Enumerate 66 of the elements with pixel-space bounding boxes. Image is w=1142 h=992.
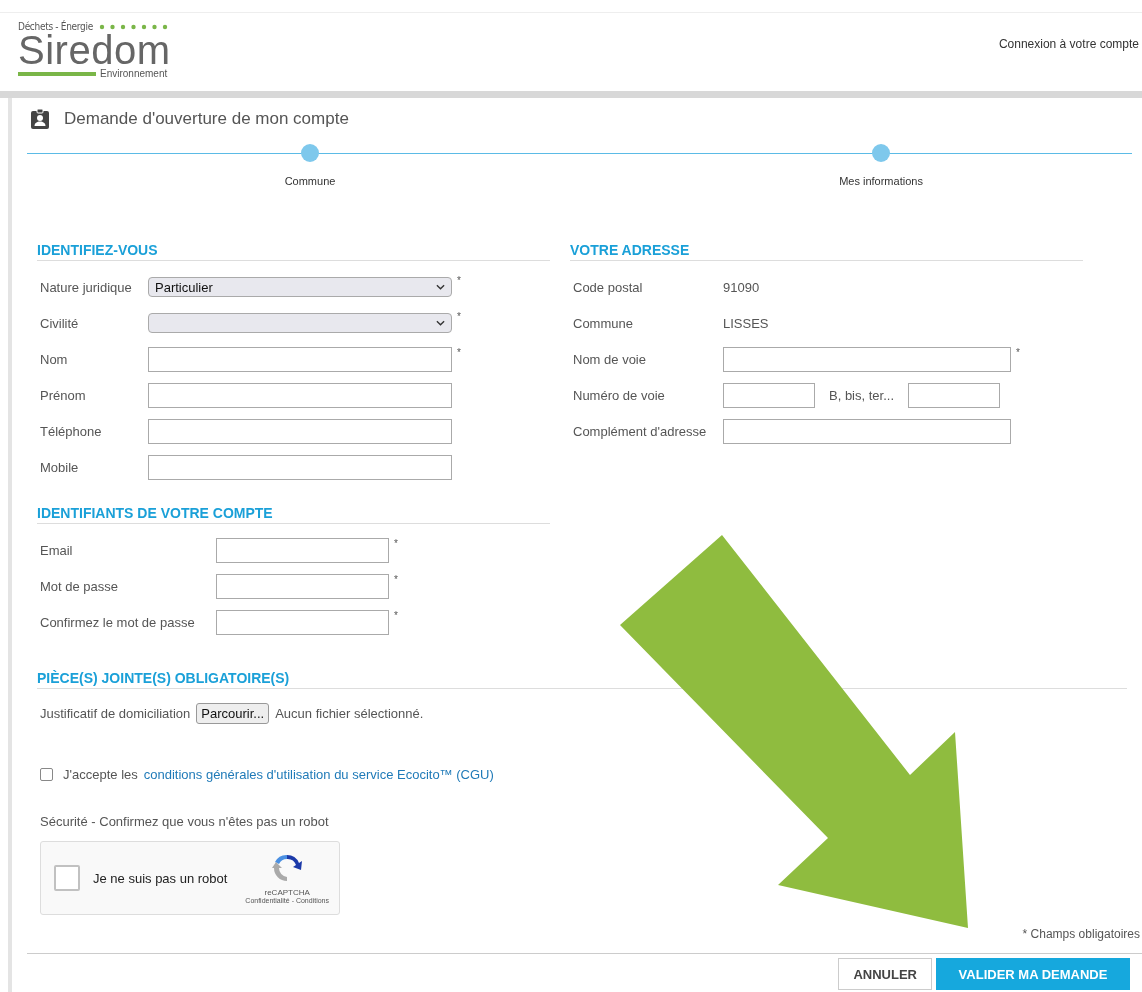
field-label: Prénom [40, 387, 87, 403]
input-field[interactable] [148, 454, 452, 480]
field-label: B, bis, ter... [829, 387, 895, 403]
field-label: Numéro de voie [573, 387, 666, 403]
input-field[interactable] [216, 537, 389, 563]
step-label: Commune [284, 175, 336, 187]
chevron-icon [436, 284, 445, 290]
input-field[interactable] [723, 382, 815, 408]
input-field[interactable] [148, 418, 452, 444]
required-mark: * [457, 347, 461, 358]
required-mark: * [457, 311, 461, 322]
step-dot [301, 144, 319, 162]
security-text: Sécurité - Confirmez que vous n'êtes pas un robot [40, 814, 330, 829]
logo-subtitle: Environnement [100, 68, 168, 79]
field-label: Commune [573, 315, 634, 331]
input-field[interactable] [148, 346, 452, 372]
step-dot [872, 144, 890, 162]
required-mark: * [1016, 347, 1020, 358]
terms-text: J'accepte les [63, 767, 138, 782]
cancel-button[interactable]: ANNULER [838, 958, 932, 990]
chevron-icon [436, 320, 445, 326]
select-field[interactable]: Particulier [148, 277, 452, 297]
input-field[interactable] [908, 382, 1001, 408]
field-label: Justificatif de domiciliation [40, 706, 191, 721]
step-label: Mes informations [839, 175, 923, 187]
logo-name: Siredom [18, 32, 171, 68]
page-title: Demande d'ouverture de mon compte [64, 109, 349, 129]
input-field[interactable] [216, 609, 389, 635]
required-mark: * [394, 610, 398, 621]
browse-button[interactable]: Parcourir... [196, 703, 270, 724]
input-field[interactable] [723, 346, 1011, 372]
id-badge-icon [30, 108, 50, 130]
required-mark: * [457, 275, 461, 286]
captcha-label: Je ne suis pas un robot [93, 870, 229, 886]
field-label: Email [40, 542, 74, 558]
dots-icon [98, 23, 169, 30]
logo-tagline: Déchets - Énergie [18, 21, 93, 32]
input-field[interactable] [723, 418, 1011, 444]
terms-link[interactable]: conditions générales d'utilisation du service Ecocito™ (CGU) [143, 767, 494, 782]
field-label: Mot de passe [40, 578, 120, 594]
file-status: Aucun fichier sélectionné. [275, 706, 424, 721]
field-label: Nature juridique [40, 279, 133, 295]
login-link[interactable]: Connexion à votre compte [998, 37, 1139, 51]
required-mark: * [394, 574, 398, 585]
recaptcha-icon [271, 852, 304, 884]
field-label: Civilité [40, 315, 80, 331]
input-field[interactable] [216, 573, 389, 599]
field-label: Confirmez le mot de passe [40, 614, 196, 630]
captcha-brand: reCAPTCHA [264, 888, 310, 897]
field-label: Code postal [573, 279, 644, 295]
input-field[interactable] [148, 382, 452, 408]
section-heading: VOTRE ADRESSE [570, 242, 1083, 261]
field-label: Complément d'adresse [573, 423, 708, 439]
required-note: * Champs obligatoires [1022, 927, 1140, 941]
field-value: 91090 [723, 279, 760, 295]
field-label: Téléphone [40, 423, 103, 439]
select-field[interactable] [148, 313, 452, 333]
field-label: Nom [40, 351, 69, 367]
terms-checkbox[interactable] [40, 768, 53, 781]
required-mark: * [394, 538, 398, 549]
section-heading: IDENTIFIEZ-VOUS [37, 242, 550, 261]
section-heading: IDENTIFIANTS DE VOTRE COMPTE [37, 505, 550, 524]
captcha-checkbox[interactable] [54, 865, 80, 891]
field-label: Mobile [40, 459, 80, 475]
field-value: LISSES [723, 315, 769, 331]
field-label: Nom de voie [573, 351, 647, 367]
